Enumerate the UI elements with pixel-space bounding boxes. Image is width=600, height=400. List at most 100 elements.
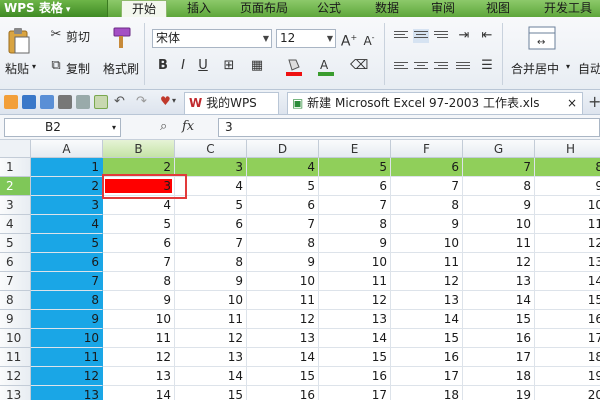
cell-d12[interactable]: 15 [247, 367, 319, 386]
cell-f4[interactable]: 9 [391, 215, 463, 234]
cell-c8[interactable]: 10 [175, 291, 247, 310]
cell-e12[interactable]: 16 [319, 367, 391, 386]
search-icon[interactable]: ⌕ [160, 119, 167, 134]
cell-d10[interactable]: 13 [247, 329, 319, 348]
cell-f6[interactable]: 11 [391, 253, 463, 272]
cell-a1[interactable]: 1 [31, 158, 103, 177]
row-header-10[interactable]: 10 [0, 329, 31, 348]
font-name-select[interactable]: 宋体 ▼ [152, 29, 272, 48]
align-middle-icon[interactable] [413, 29, 429, 43]
tab-formulas[interactable]: 公式 [306, 0, 352, 17]
cell-c6[interactable]: 8 [175, 253, 247, 272]
row-header-11[interactable]: 11 [0, 348, 31, 367]
cell-b11[interactable]: 12 [103, 348, 175, 367]
cell-h8[interactable]: 15 [535, 291, 600, 310]
font-size-select[interactable]: 12 ▼ [276, 29, 336, 48]
cell-h5[interactable]: 12 [535, 234, 600, 253]
cell-g3[interactable]: 9 [463, 196, 535, 215]
border-icon[interactable]: ⊞ [220, 57, 238, 75]
save-icon[interactable] [22, 95, 36, 109]
print-preview-icon[interactable] [76, 95, 90, 109]
column-header-e[interactable]: E [319, 140, 391, 158]
cell-f13[interactable]: 18 [391, 386, 463, 400]
cell-d5[interactable]: 8 [247, 234, 319, 253]
cell-e10[interactable]: 14 [319, 329, 391, 348]
cell-g6[interactable]: 12 [463, 253, 535, 272]
cell-f7[interactable]: 12 [391, 272, 463, 291]
function-icon[interactable]: fx [182, 119, 194, 134]
cell-b9[interactable]: 10 [103, 310, 175, 329]
italic-button[interactable]: I [174, 57, 192, 75]
cell-g9[interactable]: 15 [463, 310, 535, 329]
cell-a4[interactable]: 4 [31, 215, 103, 234]
cell-g5[interactable]: 11 [463, 234, 535, 253]
cell-e7[interactable]: 11 [319, 272, 391, 291]
cell-f3[interactable]: 8 [391, 196, 463, 215]
justify-icon[interactable] [455, 60, 471, 74]
format-painter-icon[interactable] [108, 25, 134, 51]
tab-view[interactable]: 视图 [475, 0, 521, 17]
row-header-6[interactable]: 6 [0, 253, 31, 272]
chevron-down-icon[interactable]: ▾ [112, 119, 116, 136]
fill-color-icon[interactable] [284, 57, 306, 77]
cell-d4[interactable]: 7 [247, 215, 319, 234]
cell-f8[interactable]: 13 [391, 291, 463, 310]
cell-a2[interactable]: 2 [31, 177, 103, 196]
format-painter-button[interactable]: 格式刷 [103, 60, 139, 77]
cell-a10[interactable]: 10 [31, 329, 103, 348]
formula-input[interactable]: 3 [218, 118, 600, 137]
column-header-d[interactable]: D [247, 140, 319, 158]
cell-b8[interactable]: 9 [103, 291, 175, 310]
tab-developer[interactable]: 开发工具 [536, 0, 600, 17]
cell-c13[interactable]: 15 [175, 386, 247, 400]
cell-a12[interactable]: 12 [31, 367, 103, 386]
cell-g4[interactable]: 10 [463, 215, 535, 234]
cell-c12[interactable]: 14 [175, 367, 247, 386]
cell-e2[interactable]: 6 [319, 177, 391, 196]
cell-h11[interactable]: 18 [535, 348, 600, 367]
row-header-3[interactable]: 3 [0, 196, 31, 215]
underline-button[interactable]: U [194, 57, 212, 75]
cell-b6[interactable]: 7 [103, 253, 175, 272]
merge-center-button[interactable]: 合并居中 [511, 60, 559, 77]
cell-g11[interactable]: 17 [463, 348, 535, 367]
font-color-icon[interactable]: A [316, 57, 338, 77]
indent-icon[interactable]: ⇤ [478, 27, 496, 45]
cell-c7[interactable]: 9 [175, 272, 247, 291]
row-header-8[interactable]: 8 [0, 291, 31, 310]
cell-c9[interactable]: 11 [175, 310, 247, 329]
cell-d2[interactable]: 5 [247, 177, 319, 196]
row-header-5[interactable]: 5 [0, 234, 31, 253]
cell-h13[interactable]: 20 [535, 386, 600, 400]
column-header-f[interactable]: F [391, 140, 463, 158]
name-box[interactable]: B2 ▾ [4, 118, 121, 137]
cell-e5[interactable]: 9 [319, 234, 391, 253]
cell-a8[interactable]: 8 [31, 291, 103, 310]
column-header-g[interactable]: G [463, 140, 535, 158]
cell-c11[interactable]: 13 [175, 348, 247, 367]
chevron-down-icon[interactable]: ▾ [566, 62, 570, 71]
cell-b5[interactable]: 6 [103, 234, 175, 253]
tab-review[interactable]: 审阅 [420, 0, 466, 17]
align-right-icon[interactable] [433, 60, 449, 74]
cell-h7[interactable]: 14 [535, 272, 600, 291]
cell-e6[interactable]: 10 [319, 253, 391, 272]
cell-a11[interactable]: 11 [31, 348, 103, 367]
cell-e3[interactable]: 7 [319, 196, 391, 215]
cell-e11[interactable]: 15 [319, 348, 391, 367]
cell-f11[interactable]: 16 [391, 348, 463, 367]
tab-insert[interactable]: 插入 [176, 0, 222, 17]
tab-data[interactable]: 数据 [364, 0, 410, 17]
cell-d7[interactable]: 10 [247, 272, 319, 291]
cell-f9[interactable]: 14 [391, 310, 463, 329]
search-icon[interactable] [94, 95, 108, 109]
paste-button[interactable]: 粘贴 [5, 60, 29, 77]
paste-icon[interactable] [6, 27, 32, 55]
save-as-icon[interactable] [40, 95, 54, 109]
row-header-1[interactable]: 1 [0, 158, 31, 177]
cell-b13[interactable]: 14 [103, 386, 175, 400]
copy-icon[interactable]: ⧉ [47, 57, 65, 75]
cell-e8[interactable]: 12 [319, 291, 391, 310]
cell-d1[interactable]: 4 [247, 158, 319, 177]
cell-h10[interactable]: 17 [535, 329, 600, 348]
